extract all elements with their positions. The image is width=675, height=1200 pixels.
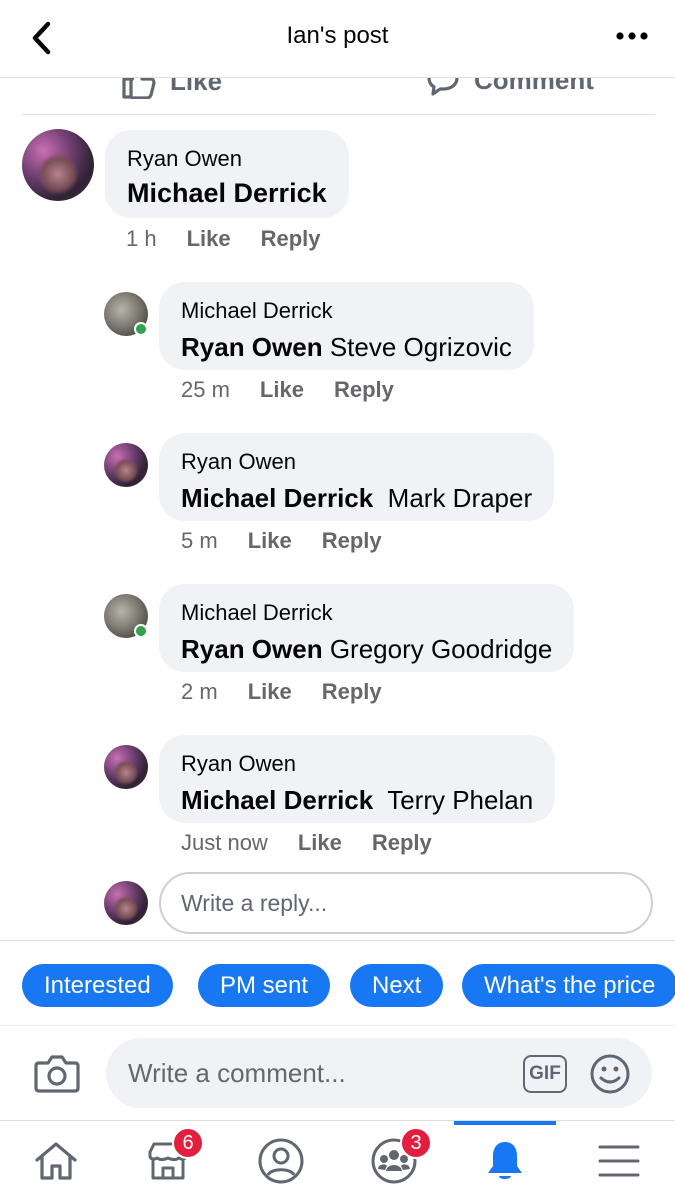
reply-like-button[interactable]: Like (248, 528, 292, 554)
reply-body: Gregory Goodridge (322, 634, 553, 664)
quick-reply-chip[interactable]: What's the price (462, 964, 675, 1007)
reply-meta: 5 m Like Reply (181, 528, 382, 554)
bottom-tab-bar: 6 3 (0, 1120, 675, 1200)
bell-icon (488, 1142, 522, 1179)
reply-time: 2 m (181, 679, 218, 704)
profile-icon (258, 1138, 304, 1184)
more-dots-icon[interactable] (615, 26, 649, 46)
comment-like-button[interactable]: Like (187, 226, 231, 252)
reply-bubble[interactable]: Ryan Owen Michael Derrick Mark Draper (159, 433, 555, 521)
reply-body: Terry Phelan (373, 785, 534, 815)
reply-like-button[interactable]: Like (260, 377, 304, 403)
reply-meta: 25 m Like Reply (181, 377, 394, 403)
tab-menu[interactable] (563, 1121, 675, 1200)
reply-reply-button[interactable]: Reply (322, 679, 382, 705)
reply-bubble[interactable]: Michael Derrick Ryan Owen Gregory Goodri… (159, 584, 575, 672)
reply-text: Ryan Owen Gregory Goodridge (181, 632, 552, 666)
avatar[interactable] (104, 745, 148, 789)
reply-meta: 2 m Like Reply (181, 679, 382, 705)
tab-marketplace[interactable]: 6 (112, 1121, 224, 1200)
reply-meta: Just now Like Reply (181, 830, 432, 856)
smiley-icon[interactable] (589, 1053, 631, 1095)
online-indicator (134, 624, 148, 638)
reply-author[interactable]: Ryan Owen (181, 449, 532, 475)
reply-body: Mark Draper (373, 483, 533, 513)
reply-time: 25 m (181, 377, 230, 402)
reply-text: Michael Derrick Mark Draper (181, 481, 532, 515)
reply-input[interactable]: Write a reply... (159, 872, 653, 934)
reply-like-button[interactable]: Like (248, 679, 292, 705)
reply-reply-button[interactable]: Reply (372, 830, 432, 856)
reply-placeholder: Write a reply... (181, 889, 328, 916)
mention-tag[interactable]: Michael Derrick (181, 483, 373, 513)
reply-reply-button[interactable]: Reply (334, 377, 394, 403)
menu-icon (598, 1145, 640, 1177)
comment-author[interactable]: Ryan Owen (127, 146, 327, 172)
tab-home[interactable] (0, 1121, 112, 1200)
comment-composer: Write a comment... (0, 1026, 675, 1122)
camera-icon[interactable] (33, 1052, 81, 1094)
online-indicator (134, 322, 148, 336)
comment-label: Comment (474, 78, 594, 95)
reply-body: Steve Ogrizovic (322, 332, 512, 362)
avatar[interactable] (22, 129, 94, 201)
home-icon (35, 1142, 77, 1180)
avatar[interactable] (104, 443, 148, 487)
comment-placeholder: Write a comment... (128, 1057, 346, 1088)
reply-text: Michael Derrick Terry Phelan (181, 783, 533, 817)
reply-time: 5 m (181, 528, 218, 553)
quick-reply-chip[interactable]: Interested (22, 964, 173, 1007)
thumbs-up-icon (122, 78, 156, 99)
gif-button[interactable]: GIF (523, 1055, 567, 1093)
page-title: Ian's post (286, 22, 389, 49)
reply-text: Ryan Owen Steve Ogrizovic (181, 330, 512, 364)
reply-bubble[interactable]: Ryan Owen Michael Derrick Terry Phelan (159, 735, 556, 823)
comment-input[interactable]: Write a comment... (106, 1038, 652, 1108)
mention-tag[interactable]: Ryan Owen (181, 332, 323, 362)
reply-time: Just now (181, 830, 268, 855)
reply-author[interactable]: Ryan Owen (181, 751, 533, 777)
notification-badge: 6 (172, 1127, 204, 1159)
comment-icon (427, 78, 459, 96)
comment-time: 1 h (126, 226, 157, 251)
reply-reply-button[interactable]: Reply (322, 528, 382, 554)
reply-like-button[interactable]: Like (298, 830, 342, 856)
comment-button[interactable]: Comment (426, 78, 594, 97)
reply-bubble[interactable]: Michael Derrick Ryan Owen Steve Ogrizovi… (159, 282, 534, 370)
tab-groups[interactable]: 3 (338, 1121, 450, 1200)
quick-reply-chip[interactable]: Next (350, 964, 444, 1007)
reply-author[interactable]: Michael Derrick (181, 298, 512, 324)
notification-badge: 3 (400, 1127, 432, 1159)
quick-reply-chip[interactable]: PM sent (198, 964, 331, 1007)
like-label: Like (170, 78, 223, 96)
tab-profile[interactable] (225, 1121, 337, 1200)
post-actions-bar: Like Comment (22, 78, 655, 115)
tab-notifications[interactable] (454, 1121, 556, 1200)
comment-bubble[interactable]: Ryan Owen Michael Derrick (105, 130, 349, 218)
comment-reply-button[interactable]: Reply (261, 226, 321, 252)
quick-replies-bar: Interested PM sent Next What's the price (0, 940, 675, 1026)
mention-tag[interactable]: Michael Derrick (181, 785, 373, 815)
reply-author[interactable]: Michael Derrick (181, 600, 552, 626)
comment-meta: 1 h Like Reply (126, 226, 321, 252)
mention-tag[interactable]: Ryan Owen (181, 634, 323, 664)
header: Ian's post (0, 0, 675, 78)
comment-text[interactable]: Michael Derrick (127, 176, 327, 210)
like-button[interactable]: Like (120, 78, 222, 99)
avatar (104, 881, 148, 925)
